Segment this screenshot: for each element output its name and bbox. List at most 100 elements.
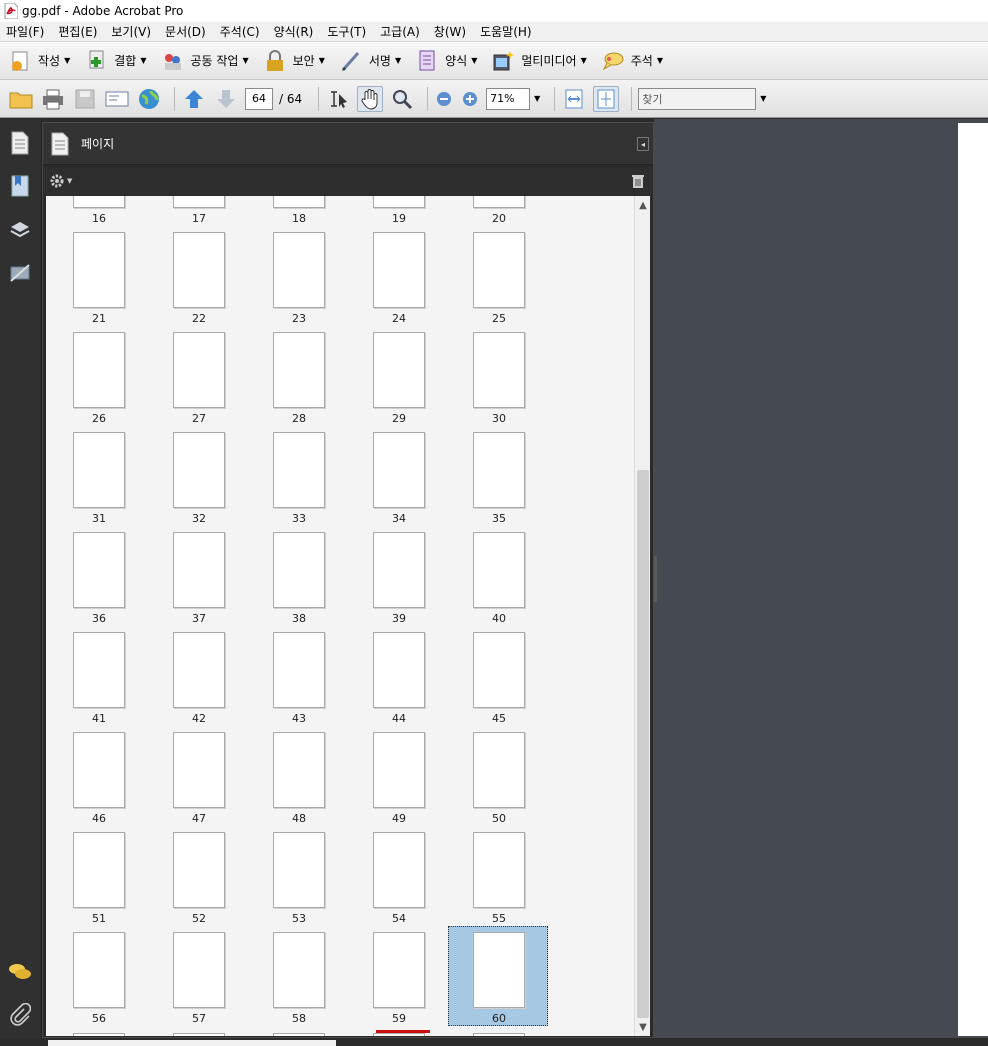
- page-thumbnail[interactable]: 32: [146, 430, 246, 530]
- next-page-button[interactable]: [213, 86, 239, 112]
- page-thumbnail[interactable]: 16: [46, 196, 146, 230]
- page-thumbnail-image[interactable]: [273, 832, 325, 908]
- signatures-panel-button[interactable]: [6, 259, 34, 287]
- fit-width-button[interactable]: [561, 86, 587, 112]
- page-thumbnail[interactable]: 48: [246, 730, 346, 830]
- page-thumbnail-image[interactable]: [373, 232, 425, 308]
- page-thumbnail[interactable]: 39: [346, 530, 446, 630]
- delete-pages-button[interactable]: [631, 173, 645, 192]
- pages-panel-button[interactable]: [6, 129, 34, 157]
- page-thumbnail-image[interactable]: [173, 332, 225, 408]
- page-thumbnail-image[interactable]: [173, 432, 225, 508]
- secure-button[interactable]: 보안 ▼: [263, 46, 325, 76]
- comment-button[interactable]: 주석 ▼: [601, 46, 663, 76]
- page-thumbnail[interactable]: 35: [446, 430, 546, 530]
- page-thumbnail-image[interactable]: [373, 832, 425, 908]
- page-thumbnail-image[interactable]: [473, 196, 525, 208]
- page-thumbnail-partial[interactable]: [373, 1033, 425, 1036]
- page-thumbnail-partial[interactable]: [273, 1033, 325, 1036]
- menu-advanced[interactable]: 고급(A): [380, 23, 420, 40]
- page-thumbnail[interactable]: 23: [246, 230, 346, 330]
- menu-view[interactable]: 보기(V): [111, 23, 151, 40]
- page-thumbnail-image[interactable]: [73, 232, 125, 308]
- page-thumbnail-image[interactable]: [473, 332, 525, 408]
- page-thumbnail[interactable]: 53: [246, 830, 346, 930]
- page-thumbnail-image[interactable]: [173, 232, 225, 308]
- page-thumbnail-image[interactable]: [273, 732, 325, 808]
- save-button[interactable]: [72, 86, 98, 112]
- page-thumbnail[interactable]: 42: [146, 630, 246, 730]
- scrollbar-thumb[interactable]: [637, 470, 649, 1018]
- comments-panel-button[interactable]: [6, 958, 34, 986]
- page-thumbnail[interactable]: 59: [346, 930, 446, 1030]
- scroll-down-icon[interactable]: ▼: [635, 1020, 651, 1034]
- page-thumbnail[interactable]: 34: [346, 430, 446, 530]
- bookmarks-panel-button[interactable]: [6, 172, 34, 200]
- page-thumbnail-image[interactable]: [173, 932, 225, 1008]
- marquee-zoom-button[interactable]: [389, 86, 415, 112]
- options-button[interactable]: ▼: [49, 173, 72, 189]
- page-thumbnail[interactable]: 31: [46, 430, 146, 530]
- layers-panel-button[interactable]: [6, 216, 34, 244]
- page-thumbnail[interactable]: 26: [46, 330, 146, 430]
- page-thumbnail-image[interactable]: [373, 332, 425, 408]
- document-viewer[interactable]: [654, 119, 988, 1038]
- page-thumbnail[interactable]: 37: [146, 530, 246, 630]
- page-thumbnail[interactable]: 30: [446, 330, 546, 430]
- page-thumbnail[interactable]: 36: [46, 530, 146, 630]
- page-thumbnail[interactable]: 44: [346, 630, 446, 730]
- page-thumbnail[interactable]: 45: [446, 630, 546, 730]
- page-thumbnail-image[interactable]: [473, 932, 525, 1008]
- page-thumbnail-image[interactable]: [473, 232, 525, 308]
- page-thumbnail-image[interactable]: [73, 932, 125, 1008]
- page-thumbnail-image[interactable]: [73, 532, 125, 608]
- page-thumbnail[interactable]: 54: [346, 830, 446, 930]
- page-thumbnail[interactable]: 41: [46, 630, 146, 730]
- find-dropdown-chevron-icon[interactable]: ▼: [760, 94, 766, 103]
- page-thumbnail[interactable]: 47: [146, 730, 246, 830]
- page-thumbnail-image[interactable]: [373, 632, 425, 708]
- page-thumbnail-image[interactable]: [273, 232, 325, 308]
- page-thumbnail[interactable]: 25: [446, 230, 546, 330]
- page-thumbnail[interactable]: 20: [446, 196, 546, 230]
- page-thumbnail[interactable]: 51: [46, 830, 146, 930]
- web-button[interactable]: [136, 86, 162, 112]
- email-button[interactable]: [104, 86, 130, 112]
- page-thumbnail-image[interactable]: [73, 432, 125, 508]
- page-thumbnail-image[interactable]: [273, 632, 325, 708]
- page-thumbnail-image[interactable]: [273, 532, 325, 608]
- page-thumbnail[interactable]: 56: [46, 930, 146, 1030]
- page-thumbnail[interactable]: 57: [146, 930, 246, 1030]
- page-thumbnail[interactable]: 50: [446, 730, 546, 830]
- scroll-up-icon[interactable]: ▲: [635, 198, 651, 212]
- page-thumbnail[interactable]: 19: [346, 196, 446, 230]
- page-thumbnail[interactable]: 40: [446, 530, 546, 630]
- thumbnails-scrollbar[interactable]: ▲ ▼: [634, 196, 650, 1036]
- attachments-panel-button[interactable]: [6, 1001, 34, 1029]
- menu-file[interactable]: 파일(F): [6, 23, 44, 40]
- menu-comments[interactable]: 주석(C): [220, 23, 260, 40]
- page-thumbnail-image[interactable]: [73, 196, 125, 208]
- page-thumbnail-partial[interactable]: [473, 1033, 525, 1036]
- page-thumbnail[interactable]: 46: [46, 730, 146, 830]
- page-thumbnail-partial[interactable]: [173, 1033, 225, 1036]
- page-thumbnail-image[interactable]: [473, 532, 525, 608]
- page-thumbnail[interactable]: 52: [146, 830, 246, 930]
- page-thumbnail-image[interactable]: [473, 732, 525, 808]
- create-button[interactable]: 작성 ▼: [8, 46, 70, 76]
- page-thumbnail[interactable]: 55: [446, 830, 546, 930]
- collaborate-button[interactable]: 공동 작업 ▼: [161, 46, 249, 76]
- page-thumbnail[interactable]: 21: [46, 230, 146, 330]
- forms-button[interactable]: 양식 ▼: [415, 46, 477, 76]
- page-thumbnail-image[interactable]: [173, 632, 225, 708]
- page-thumbnail-image[interactable]: [473, 432, 525, 508]
- page-thumbnail[interactable]: 49: [346, 730, 446, 830]
- menu-edit[interactable]: 편집(E): [58, 23, 97, 40]
- page-thumbnail-partial[interactable]: [73, 1033, 125, 1036]
- previous-page-button[interactable]: [181, 86, 207, 112]
- page-thumbnail-image[interactable]: [73, 332, 125, 408]
- menu-tools[interactable]: 도구(T): [327, 23, 366, 40]
- page-thumbnail-image[interactable]: [273, 196, 325, 208]
- page-thumbnail[interactable]: 43: [246, 630, 346, 730]
- page-thumbnail-image[interactable]: [73, 632, 125, 708]
